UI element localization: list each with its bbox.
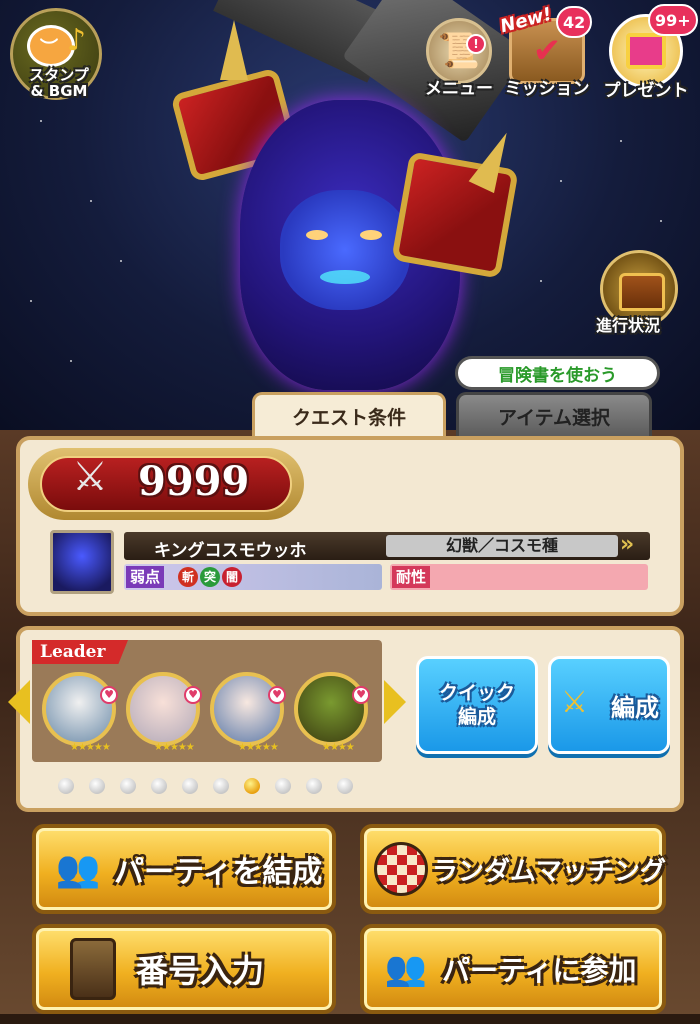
join-party-label: パーティに参加 (442, 954, 637, 987)
party-member-2-avatar[interactable] (126, 672, 200, 746)
people-group-icon: 👥 (55, 849, 101, 890)
page-dot[interactable] (120, 778, 136, 794)
form-party-button[interactable]: 👥 パーティを結成 (32, 824, 336, 914)
weakness-slash-icon: 斬 (178, 567, 198, 587)
page-dot[interactable] (182, 778, 198, 794)
enemy-portrait (50, 530, 114, 594)
rarity-stars: ★★★★★ (238, 742, 279, 753)
random-matching-label: ランダムマッチング (432, 856, 667, 887)
quick-formation-button[interactable]: クイック 編成 (416, 656, 538, 754)
menu-label: メニュー (425, 79, 493, 99)
chevron-right-icon: » (620, 532, 635, 557)
heart-icon: ♥ (100, 686, 118, 704)
page-dot[interactable] (213, 778, 229, 794)
party-member-1-avatar[interactable] (42, 672, 116, 746)
crossed-swords-icon: ⚔ (72, 454, 108, 500)
present-count-badge: 99+ (648, 4, 698, 36)
progress-label: 進行状況 (596, 316, 661, 335)
treasure-chest-icon (619, 273, 665, 311)
random-matching-button[interactable]: ランダムマッチング (360, 824, 666, 914)
page-dot[interactable] (151, 778, 167, 794)
enemy-type: 幻獣／コスモ種 (386, 535, 618, 557)
rarity-stars: ★★★★★ (70, 742, 111, 753)
number-input-label: 番号入力 (136, 952, 265, 990)
tab-item-select[interactable]: アイテム選択 (456, 392, 652, 438)
menu-alert-badge: ! (466, 34, 486, 54)
calculator-icon (70, 938, 116, 1000)
number-input-button[interactable]: 番号入力 (32, 924, 336, 1014)
formation-icon: ⚔ (561, 685, 588, 720)
power-value: 9999 (138, 458, 250, 505)
heart-icon: ♥ (184, 686, 202, 704)
page-dot[interactable] (306, 778, 322, 794)
leader-tag: Leader (32, 640, 128, 664)
menu-button[interactable]: 📜 メニュー (414, 18, 504, 99)
quick-formation-label: クイック 編成 (438, 682, 515, 728)
page-dot[interactable] (89, 778, 105, 794)
tab-quest-conditions[interactable]: クエスト条件 (252, 392, 446, 438)
stamp-bgm-button[interactable]: ♪ スタンプ & BGM (10, 8, 102, 100)
enemy-name: キングコスモウッホ (154, 541, 307, 561)
party-prev-arrow-icon[interactable] (8, 680, 30, 724)
page-dot[interactable] (58, 778, 74, 794)
present-label: プレゼント (603, 81, 689, 101)
boss-king-cosmo-uhho (150, 20, 530, 390)
stamp-bgm-label: スタンプ & BGM (29, 66, 89, 100)
page-dot[interactable] (337, 778, 353, 794)
weakness-dark-icon: 闇 (222, 567, 242, 587)
bottom-strip (0, 1014, 700, 1024)
form-party-label: パーティを結成 (114, 855, 323, 890)
party-member-4-avatar[interactable] (294, 672, 368, 746)
formation-label: 編成 (611, 693, 659, 722)
adventure-book-hint: 冒険書を使おう (455, 356, 660, 390)
mission-count-badge: 42 (556, 6, 593, 38)
party-member-3-avatar[interactable] (210, 672, 284, 746)
music-note-icon: ♪ (67, 23, 87, 58)
resistance-label: 耐性 (392, 566, 431, 588)
rarity-stars: ★★★★ (322, 742, 355, 753)
mission-label: ミッション (504, 79, 590, 99)
join-party-button[interactable]: 👥 パーティに参加 (360, 924, 666, 1014)
rarity-stars: ★★★★★ (154, 742, 195, 753)
heart-icon: ♥ (268, 686, 286, 704)
checkered-ball-icon (374, 842, 428, 896)
weakness-label: 弱点 (126, 566, 165, 588)
page-dot[interactable] (275, 778, 291, 794)
heart-icon: ♥ (352, 686, 370, 704)
formation-button[interactable]: ⚔ 編成 (548, 656, 670, 754)
party-next-arrow-icon[interactable] (384, 680, 406, 724)
weakness-pierce-icon: 突 (200, 567, 220, 587)
page-dot[interactable] (244, 778, 260, 794)
people-group-icon: 👥 (384, 949, 428, 989)
